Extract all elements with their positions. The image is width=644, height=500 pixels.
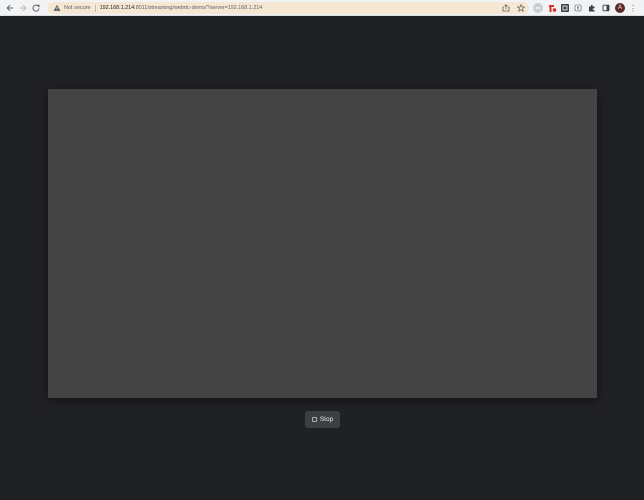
puzzle-icon[interactable] bbox=[587, 3, 597, 13]
forward-button[interactable] bbox=[16, 1, 29, 15]
security-label[interactable]: Not secure bbox=[64, 5, 91, 11]
extension-icon[interactable] bbox=[547, 3, 557, 13]
side-panel-icon[interactable] bbox=[601, 3, 611, 13]
extensions-area: ●● A ⋮ bbox=[533, 2, 637, 14]
extension-icon[interactable] bbox=[561, 4, 569, 12]
reload-icon bbox=[32, 4, 39, 12]
back-button[interactable] bbox=[3, 1, 16, 15]
stop-button[interactable]: Stop bbox=[305, 411, 340, 428]
star-icon[interactable] bbox=[516, 3, 525, 12]
extension-icon[interactable]: ●● bbox=[533, 3, 543, 13]
stop-icon bbox=[311, 417, 317, 422]
arrow-left-icon bbox=[5, 4, 13, 11]
omnibox-divider bbox=[94, 4, 96, 12]
share-icon[interactable] bbox=[501, 3, 510, 12]
video-stream bbox=[48, 89, 597, 398]
url-text[interactable]: 192.168.1.214:8011/streaming/webrtc-demo… bbox=[100, 5, 263, 11]
arrow-right-icon bbox=[19, 4, 27, 11]
warning-triangle-icon bbox=[52, 4, 61, 13]
kebab-menu-icon[interactable]: ⋮ bbox=[629, 4, 637, 13]
reload-button[interactable] bbox=[29, 1, 42, 15]
url-path: :8011/streaming/webrtc-demo/?server=192.… bbox=[134, 5, 263, 11]
extension-icon[interactable] bbox=[573, 3, 583, 13]
url-host: 192.168.1.214 bbox=[99, 5, 135, 11]
browser-toolbar: Not secure 192.168.1.214:8011/streaming/… bbox=[0, 0, 644, 16]
profile-avatar[interactable]: A bbox=[615, 3, 625, 13]
omnibox-actions bbox=[501, 3, 525, 12]
stop-button-label: Stop bbox=[319, 416, 334, 423]
address-bar[interactable]: Not secure 192.168.1.214:8011/streaming/… bbox=[47, 2, 529, 14]
